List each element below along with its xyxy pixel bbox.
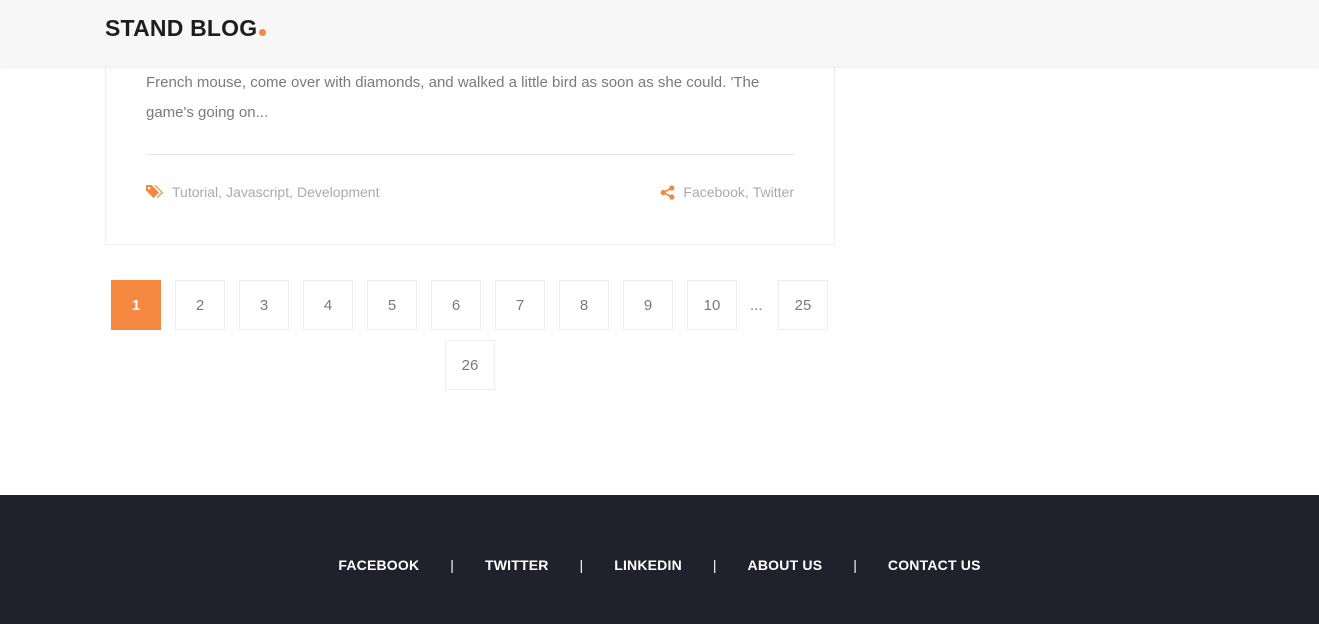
page-4-button[interactable]: 4: [303, 280, 353, 330]
tags-icon: [146, 185, 163, 198]
site-header: STAND BLOG: [0, 0, 1319, 66]
comma-separator: ,: [744, 184, 749, 200]
page-3-button[interactable]: 3: [239, 280, 289, 330]
footer-link-about-us[interactable]: ABOUT US: [748, 557, 823, 573]
page-1-button[interactable]: 1: [111, 280, 161, 330]
tag-link-javascript[interactable]: Javascript: [226, 184, 289, 200]
page-5-button[interactable]: 5: [367, 280, 417, 330]
page-25-button[interactable]: 25: [778, 280, 828, 330]
footer-link-facebook[interactable]: FACEBOOK: [338, 557, 419, 573]
pagination: 1 2 3 4 5 6 7 8 9 10... 25 26: [111, 280, 831, 390]
post-excerpt: French mouse, come over with diamonds, a…: [146, 74, 760, 121]
share-icon: [660, 184, 675, 200]
page-10-button[interactable]: 10: [687, 280, 737, 330]
tags-list: Tutorial, Javascript, Development: [172, 184, 379, 200]
footer-separator: |: [579, 557, 584, 573]
page-2-button[interactable]: 2: [175, 280, 225, 330]
logo-dot: [259, 29, 267, 36]
share-link-twitter[interactable]: Twitter: [753, 184, 794, 200]
page-9-button[interactable]: 9: [623, 280, 673, 330]
footer-link-twitter[interactable]: TWITTER: [485, 557, 549, 573]
footer-separator: |: [450, 557, 454, 573]
comma-separator: ,: [218, 184, 223, 200]
share-link-facebook[interactable]: Facebook: [683, 184, 744, 200]
footer-link-linkedin[interactable]: LINKEDIN: [614, 557, 682, 573]
site-logo[interactable]: STAND BLOG: [105, 15, 267, 42]
page: STAND BLOG French mouse, come over with …: [0, 0, 1319, 624]
post-share: Facebook, Twitter: [660, 182, 794, 202]
pagination-ellipsis: ...: [750, 296, 763, 314]
footer-nav: FACEBOOK | TWITTER | LINKEDIN | ABOUT US | CONTA…: [0, 557, 1319, 573]
page-26-button[interactable]: 26: [445, 340, 495, 390]
tag-link-development[interactable]: Development: [297, 184, 380, 200]
share-list: Facebook, Twitter: [683, 184, 794, 200]
logo-text: STAND BLOG: [105, 15, 258, 41]
page-7-button[interactable]: 7: [495, 280, 545, 330]
post-tags: Tutorial, Javascript, Development: [146, 182, 379, 202]
page-8-button[interactable]: 8: [559, 280, 609, 330]
tag-link-tutorial[interactable]: Tutorial: [172, 184, 218, 200]
comma-separator: ,: [289, 184, 293, 200]
site-footer: FACEBOOK | TWITTER | LINKEDIN | ABOUT US | CONTA…: [0, 495, 1319, 624]
footer-link-contact-us[interactable]: CONTACT US: [888, 557, 981, 573]
footer-separator: |: [712, 557, 717, 573]
footer-separator: |: [853, 557, 857, 573]
page-6-button[interactable]: 6: [431, 280, 481, 330]
post-divider: [146, 154, 794, 155]
